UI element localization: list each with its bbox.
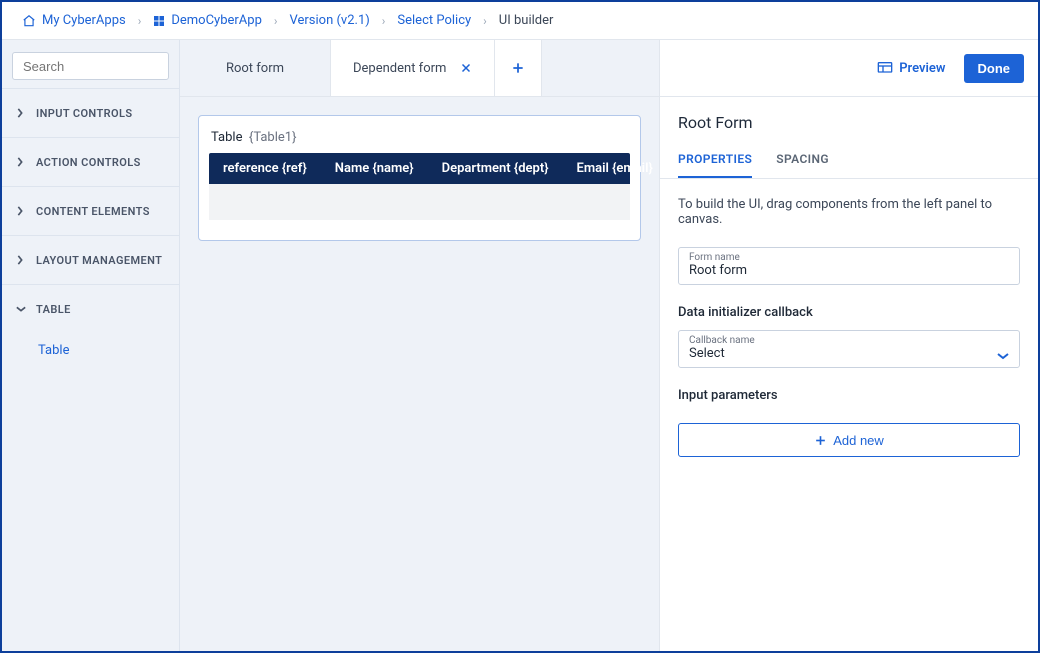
table-header-cell[interactable]: reference {ref} bbox=[209, 153, 321, 184]
breadcrumb-label: Select Policy bbox=[397, 13, 471, 28]
done-button[interactable]: Done bbox=[964, 54, 1025, 83]
add-tab-button[interactable] bbox=[495, 40, 542, 96]
table-variable: {Table1} bbox=[249, 130, 297, 145]
preview-icon bbox=[877, 61, 893, 75]
breadcrumb-select-policy[interactable]: Select Policy bbox=[391, 9, 477, 32]
sidebar-group-layout-management[interactable]: LAYOUT MANAGEMENT bbox=[2, 236, 179, 284]
apps-grid-icon bbox=[153, 15, 165, 27]
table-header-row: reference {ref} Name {name} Department {… bbox=[209, 153, 630, 184]
sidebar-group-action-controls[interactable]: ACTION CONTROLS bbox=[2, 138, 179, 186]
tab-properties[interactable]: PROPERTIES bbox=[678, 144, 752, 178]
sidebar-group-table[interactable]: TABLE bbox=[2, 285, 179, 333]
tab-dependent-form[interactable]: Dependent form bbox=[330, 40, 495, 96]
breadcrumb-ui-builder: UI builder bbox=[493, 9, 560, 32]
form-name-value[interactable]: Root form bbox=[689, 263, 1009, 278]
breadcrumb-label: My CyberApps bbox=[42, 13, 126, 28]
chevron-right-icon bbox=[16, 206, 26, 216]
plus-icon bbox=[814, 434, 827, 447]
canvas-column: Root form Dependent form Tab bbox=[180, 40, 660, 651]
chevron-right-icon: › bbox=[274, 14, 278, 28]
chevron-down-icon bbox=[997, 351, 1009, 361]
tab-label: Root form bbox=[226, 61, 284, 76]
tab-spacing[interactable]: SPACING bbox=[776, 144, 829, 178]
add-new-label: Add new bbox=[833, 433, 884, 448]
search-input-wrap[interactable] bbox=[12, 52, 169, 80]
home-icon bbox=[22, 14, 36, 28]
sidebar-group-label: INPUT CONTROLS bbox=[36, 107, 132, 120]
breadcrumb: My CyberApps › DemoCyberApp › Version (v… bbox=[2, 2, 1038, 40]
search-input[interactable] bbox=[21, 53, 201, 79]
sidebar-group-input-controls[interactable]: INPUT CONTROLS bbox=[2, 89, 179, 137]
chevron-right-icon bbox=[16, 108, 26, 118]
preview-label: Preview bbox=[899, 61, 945, 76]
preview-button[interactable]: Preview bbox=[873, 55, 949, 82]
sidebar-item-table[interactable]: Table bbox=[32, 337, 179, 364]
chevron-right-icon: › bbox=[138, 14, 142, 28]
breadcrumb-my-cyberapps[interactable]: My CyberApps bbox=[16, 9, 132, 32]
chevron-right-icon bbox=[16, 157, 26, 167]
panel-title: Root Form bbox=[660, 97, 1038, 144]
form-name-field[interactable]: Form name Root form bbox=[678, 247, 1020, 285]
chevron-right-icon: › bbox=[483, 14, 487, 28]
sidebar-group-content-elements[interactable]: CONTENT ELEMENTS bbox=[2, 187, 179, 235]
sidebar-group-label: CONTENT ELEMENTS bbox=[36, 205, 150, 218]
panel-hint: To build the UI, drag components from th… bbox=[678, 197, 1020, 227]
plus-icon bbox=[511, 61, 525, 75]
canvas-area[interactable]: Table {Table1} reference {ref} Name {nam… bbox=[180, 97, 659, 651]
table-empty-row bbox=[209, 184, 630, 220]
sidebar-group-label: TABLE bbox=[36, 303, 71, 316]
callback-label: Callback name bbox=[689, 335, 755, 346]
chevron-right-icon: › bbox=[382, 14, 386, 28]
close-icon[interactable] bbox=[460, 62, 472, 74]
breadcrumb-demo-cyberapp[interactable]: DemoCyberApp bbox=[147, 9, 268, 32]
breadcrumb-label: Version (v2.1) bbox=[289, 13, 369, 28]
form-name-label: Form name bbox=[689, 252, 1009, 263]
breadcrumb-version[interactable]: Version (v2.1) bbox=[283, 9, 375, 32]
panel-tabs: PROPERTIES SPACING bbox=[660, 144, 1038, 179]
callback-value: Select bbox=[689, 346, 755, 361]
callback-heading: Data initializer callback bbox=[678, 305, 1020, 320]
tab-label: Dependent form bbox=[353, 61, 446, 76]
add-new-button[interactable]: Add new bbox=[678, 423, 1020, 457]
chevron-down-icon bbox=[16, 305, 26, 313]
sidebar-group-label: ACTION CONTROLS bbox=[36, 156, 141, 169]
table-component[interactable]: Table {Table1} reference {ref} Name {nam… bbox=[198, 115, 641, 241]
form-tabs: Root form Dependent form bbox=[180, 40, 659, 97]
callback-select[interactable]: Callback name Select bbox=[678, 330, 1020, 368]
params-heading: Input parameters bbox=[678, 388, 1020, 403]
table-title: Table bbox=[211, 130, 242, 145]
table-header-cell[interactable]: Department {dept} bbox=[428, 153, 563, 184]
table-header-cell[interactable]: Name {name} bbox=[321, 153, 428, 184]
sidebar: INPUT CONTROLS ACTION CONTROLS CONTENT E… bbox=[2, 40, 180, 651]
table-header-cell[interactable]: Email {email} bbox=[563, 153, 659, 184]
properties-panel: Preview Done Root Form PROPERTIES SPACIN… bbox=[660, 40, 1038, 651]
chevron-right-icon bbox=[16, 255, 26, 265]
table-caption: Table {Table1} bbox=[209, 126, 630, 153]
tab-root-form[interactable]: Root form bbox=[180, 40, 330, 96]
breadcrumb-label: UI builder bbox=[499, 13, 554, 28]
sidebar-group-label: LAYOUT MANAGEMENT bbox=[36, 254, 162, 267]
breadcrumb-label: DemoCyberApp bbox=[171, 13, 262, 28]
